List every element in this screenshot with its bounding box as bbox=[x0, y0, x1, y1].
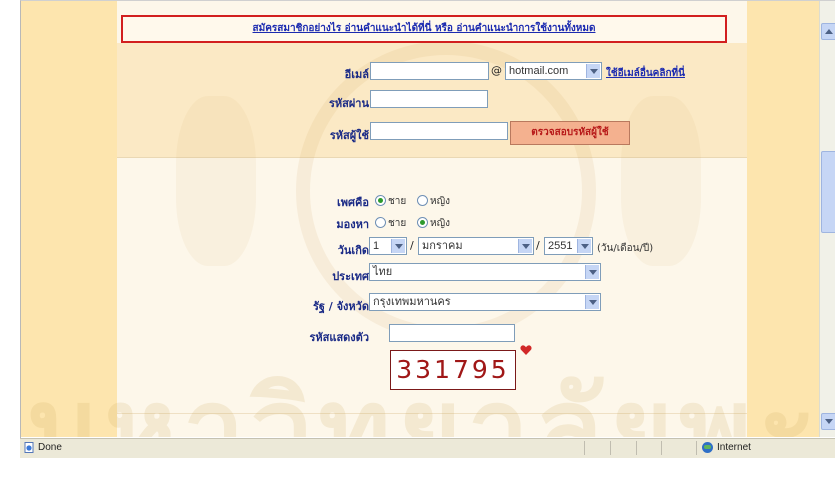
captcha-label: รหัสแสดงตัว bbox=[309, 331, 369, 344]
status-text: Done bbox=[38, 442, 62, 453]
birth-year-select[interactable]: 2551 bbox=[544, 237, 593, 255]
country-label: ประเทศ bbox=[332, 270, 369, 283]
gender-male-radio[interactable] bbox=[375, 195, 386, 206]
vertical-scrollbar[interactable] bbox=[819, 1, 835, 437]
chevron-down-icon[interactable] bbox=[585, 265, 599, 279]
scroll-up-icon[interactable] bbox=[821, 23, 835, 40]
province-label: รัฐ / จังหวัด bbox=[312, 300, 369, 313]
other-email-link[interactable]: ใช้อีเมล์อื่นคลิกที่นี่ bbox=[606, 66, 685, 81]
gender-female-label: หญิง bbox=[430, 196, 450, 207]
province-select[interactable]: กรุงเทพมหานคร bbox=[369, 293, 601, 311]
page-viewport: สมัครสมาชิกอย่างไร อ่านคำแนะนำได้ที่นี่ … bbox=[21, 1, 819, 437]
status-divider bbox=[696, 441, 697, 455]
userid-label: รหัสผู้ใช้ bbox=[329, 129, 369, 142]
chevron-down-icon[interactable] bbox=[577, 239, 591, 253]
chevron-down-icon[interactable] bbox=[585, 295, 599, 309]
password-label: รหัสผ่าน bbox=[328, 97, 369, 110]
scroll-thumb[interactable] bbox=[821, 151, 835, 233]
birth-day-select[interactable]: 1 bbox=[369, 237, 407, 255]
scroll-down-icon[interactable] bbox=[821, 413, 835, 430]
date-separator: / bbox=[536, 239, 540, 252]
status-divider bbox=[610, 441, 611, 455]
check-userid-button[interactable]: ตรวจสอบรหัสผู้ใช้ bbox=[510, 121, 630, 145]
birth-month-value: มกราคม bbox=[422, 240, 463, 252]
userid-field[interactable] bbox=[370, 122, 508, 140]
birth-year-value: 2551 bbox=[548, 240, 573, 252]
chevron-down-icon[interactable] bbox=[518, 239, 532, 253]
page-icon bbox=[24, 442, 34, 453]
looking-for-label: มองหา bbox=[336, 218, 369, 231]
help-notice-text[interactable]: สมัครสมาชิกอย่างไร อ่านคำแนะนำได้ที่นี่ … bbox=[253, 23, 596, 34]
looking-male-radio[interactable] bbox=[375, 217, 386, 228]
left-decoration bbox=[21, 1, 117, 437]
status-divider bbox=[584, 441, 585, 455]
zone-text: Internet bbox=[717, 442, 751, 453]
date-format-hint: (วัน/เดือน/ปี) bbox=[597, 243, 654, 254]
looking-female-radio[interactable] bbox=[417, 217, 428, 228]
email-domain-value: hotmail.com bbox=[509, 65, 569, 77]
footer-divider bbox=[117, 413, 747, 414]
date-separator: / bbox=[410, 239, 414, 252]
birth-day-value: 1 bbox=[373, 240, 380, 252]
birthdate-label: วันเกิด bbox=[337, 244, 369, 257]
country-value: ไทย bbox=[373, 266, 393, 278]
browser-statusbar: Done Internet bbox=[20, 438, 835, 458]
browser-content-frame: สมัครสมาชิกอย่างไร อ่านคำแนะนำได้ที่นี่ … bbox=[20, 0, 835, 439]
gender-female-radio[interactable] bbox=[417, 195, 428, 206]
help-notice[interactable]: สมัครสมาชิกอย่างไร อ่านคำแนะนำได้ที่นี่ … bbox=[121, 15, 727, 43]
gender-male-label: ชาย bbox=[388, 196, 407, 207]
email-field[interactable] bbox=[370, 62, 489, 80]
looking-male-label: ชาย bbox=[388, 218, 407, 229]
status-divider bbox=[661, 441, 662, 455]
province-value: กรุงเทพมหานคร bbox=[373, 296, 451, 308]
section-divider bbox=[117, 157, 747, 158]
chevron-down-icon[interactable] bbox=[391, 239, 405, 253]
status-divider bbox=[636, 441, 637, 455]
gender-label: เพศคือ bbox=[337, 196, 369, 209]
captcha-field[interactable] bbox=[389, 324, 515, 342]
birth-month-select[interactable]: มกราคม bbox=[418, 237, 534, 255]
captcha-image: 331795 bbox=[390, 350, 516, 390]
email-label: อีเมล์ bbox=[344, 68, 369, 81]
at-sign: @ bbox=[491, 64, 502, 77]
country-select[interactable]: ไทย bbox=[369, 263, 601, 281]
chevron-down-icon[interactable] bbox=[586, 64, 600, 78]
password-field[interactable] bbox=[370, 90, 488, 108]
looking-female-label: หญิง bbox=[430, 218, 450, 229]
refresh-heart-icon[interactable] bbox=[520, 344, 532, 356]
right-decoration bbox=[747, 1, 819, 437]
email-domain-select[interactable]: hotmail.com bbox=[505, 62, 602, 80]
globe-icon bbox=[702, 442, 713, 453]
